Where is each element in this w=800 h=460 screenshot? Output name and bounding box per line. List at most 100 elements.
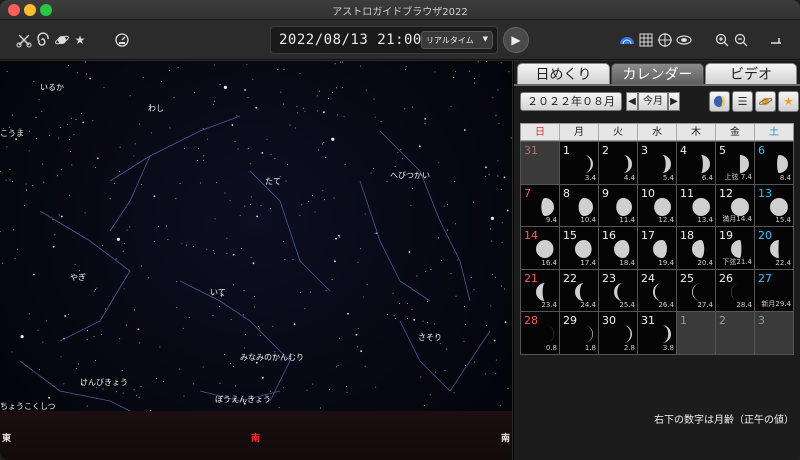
star-view-icon[interactable]: ★ [778,91,799,112]
scissors-icon[interactable] [16,32,32,48]
direction-east: 東 [2,434,12,444]
calendar-day-cell[interactable]: 18 20.4 [677,227,716,270]
calendar-day-cell[interactable]: 5 上弦 7.4 [716,142,755,185]
month-label-button[interactable]: ２０２２年０８月 [520,92,622,111]
star [269,208,271,209]
calendar-day-cell[interactable]: 20 22.4 [755,227,794,270]
list-view-icon[interactable]: ☰ [732,91,753,112]
calendar-day-cell[interactable]: 25 27.4 [677,269,716,312]
calendar-day-cell[interactable]: 17 19.4 [638,227,677,270]
star [434,71,436,73]
calendar-day-cell[interactable]: 9 11.4 [599,184,638,227]
calendar-day-cell[interactable]: 2 [716,312,755,355]
calendar-day-cell[interactable]: 8 10.4 [560,184,599,227]
calendar-day-cell[interactable]: 3 [755,312,794,355]
moon-phase-icon [541,197,554,216]
datetime-box[interactable]: 2022/08/13 21:00:00 リアルタイム ▼ [270,26,498,54]
star [224,192,226,194]
star [309,291,311,293]
star [408,251,411,253]
star-icon[interactable]: ★ [72,32,88,48]
star [270,153,272,155]
star [212,315,214,316]
zoom-in-icon[interactable] [714,32,730,48]
calendar-day-cell[interactable]: 26 28.4 [716,269,755,312]
calendar-day-cell[interactable]: 13 15.4 [755,184,794,227]
star [266,138,268,140]
star [293,323,296,325]
star [68,313,70,315]
tab-calendar[interactable]: カレンダー [611,63,704,85]
calendar-day-cell[interactable]: 19 下弦21.4 [716,227,755,270]
star [79,269,81,271]
calendar-day-cell[interactable]: 11 13.4 [677,184,716,227]
calendar-day-cell[interactable]: 22 24.4 [560,269,599,312]
calendar-day-cell[interactable]: 28 0.8 [521,312,560,355]
tab-video[interactable]: ビデオ [705,63,797,85]
calendar-day-cell[interactable]: 10 12.4 [638,184,677,227]
calendar-day-cell[interactable]: 12 満月14.4 [716,184,755,227]
star [495,115,497,117]
time-mode-select[interactable]: リアルタイム ▼ [421,31,493,49]
planet-view-icon[interactable] [755,91,776,112]
star [497,160,499,162]
orbit-icon[interactable] [676,32,692,48]
target-icon[interactable] [657,32,673,48]
tab-daily[interactable]: 日めくり [517,63,610,85]
star [74,263,76,265]
star [153,241,155,242]
moon-view-icon[interactable] [709,91,730,112]
star [255,106,258,109]
moon-lit-part [770,197,788,216]
play-button[interactable]: ▶ [503,27,529,53]
moon-lit-part [575,282,584,301]
this-month-button[interactable]: 今月 [638,92,668,111]
star [453,392,455,394]
star [155,378,157,380]
collapse-icon[interactable] [768,32,784,48]
moon-phase-icon [575,240,592,258]
star [366,284,368,286]
calendar-day-cell[interactable]: 31 3.8 [638,312,677,355]
star [197,160,198,161]
calendar-day-cell[interactable]: 31 [521,142,560,185]
constellation-line [359,180,431,302]
star [113,183,115,185]
star [123,243,125,245]
star [216,182,218,184]
calendar-day-cell[interactable]: 7 9.4 [521,184,560,227]
spiral-galaxy-icon[interactable] [35,32,51,48]
star [405,66,407,68]
calendar-day-cell[interactable]: 21 23.4 [521,269,560,312]
prev-month-button[interactable]: ◀ [626,92,638,111]
star [299,214,301,216]
calendar-day-cell[interactable]: 27 新月29.4 [755,269,794,312]
sky-view[interactable]: いるか わし こうま たて へびつかい やぎ いて さそり みなみのかんむり けんびきょう ぼうえん… [0,61,512,460]
star [424,118,427,120]
next-month-button[interactable]: ▶ [668,92,680,111]
meter-icon[interactable] [114,32,130,48]
moon-lit-part [653,282,662,301]
star [214,253,216,255]
calendar-day-cell[interactable]: 14 16.4 [521,227,560,270]
calendar-day-cell[interactable]: 1 [677,312,716,355]
calendar-day-cell[interactable]: 16 18.4 [599,227,638,270]
star [427,322,429,323]
calendar-day-cell[interactable]: 30 2.8 [599,312,638,355]
calendar-day-cell[interactable]: 29 1.8 [560,312,599,355]
dome-view-icon[interactable] [619,32,635,48]
calendar-day-cell[interactable]: 24 26.4 [638,269,677,312]
calendar-day-cell[interactable]: 4 6.4 [677,142,716,185]
moon-age: 12.4 [658,216,674,224]
planet-icon[interactable] [54,32,70,48]
zoom-out-icon[interactable] [733,32,749,48]
grid-icon[interactable] [638,32,654,48]
calendar-day-cell[interactable]: 15 17.4 [560,227,599,270]
calendar-day-cell[interactable]: 2 4.4 [599,142,638,185]
calendar-day-cell[interactable]: 1 3.4 [560,142,599,185]
star [299,73,301,75]
calendar-day-cell[interactable]: 6 8.4 [755,142,794,185]
moon-age: 8.4 [779,173,791,182]
calendar-day-cell[interactable]: 23 25.4 [599,269,638,312]
calendar-day-cell[interactable]: 3 5.4 [638,142,677,185]
